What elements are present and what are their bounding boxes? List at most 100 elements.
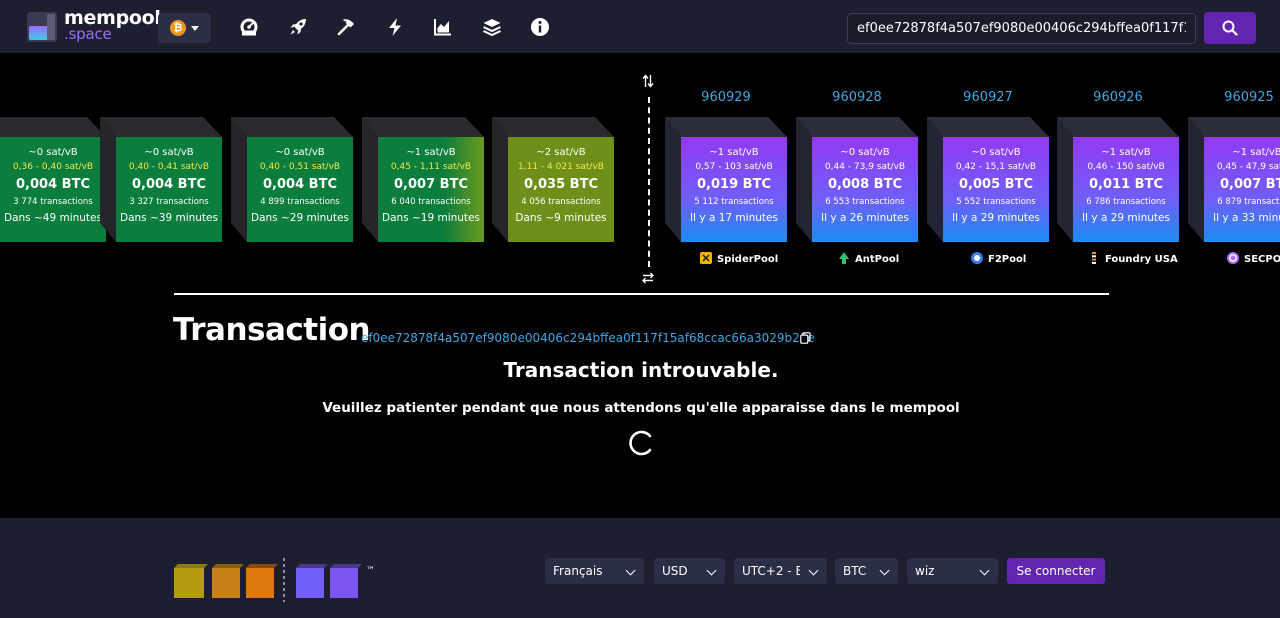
block-median-fee: ~0 sat/vB: [971, 147, 1021, 158]
network-selector[interactable]: ₿: [158, 13, 211, 43]
block-median-fee: ~1 sat/vB: [709, 147, 759, 158]
mempool-logo-icon[interactable]: [27, 12, 57, 42]
block-fee-range: 0,45 - 47,9 sat/vB: [1216, 162, 1280, 172]
timezone-select[interactable]: UTC+2 - Eu: [734, 558, 827, 584]
mining-pool-label[interactable]: AntPool: [838, 252, 899, 268]
footer: ™ Français USD UTC+2 - Eu BTC wiz Se con…: [0, 518, 1280, 618]
block-eta: Dans ~29 minutes: [251, 212, 349, 224]
loading-spinner-icon: [629, 430, 652, 456]
copy-icon[interactable]: [800, 332, 811, 344]
block-tx-count: 6 040 transactions: [391, 197, 471, 207]
block-total-fees: 0,019 BTC: [697, 177, 771, 192]
mempool-block[interactable]: ~0 sat/vB 0,36 - 0,40 sat/vB 0,004 BTC 3…: [0, 117, 106, 242]
mempool-block[interactable]: ~0 sat/vB 0,40 - 0,51 sat/vB 0,004 BTC 4…: [231, 117, 353, 242]
block-tx-count: 3 327 transactions: [129, 197, 209, 207]
pool-name: SECPOOL: [1244, 254, 1280, 265]
search-button[interactable]: [1204, 12, 1256, 44]
search-input[interactable]: [847, 13, 1196, 44]
docs-icon[interactable]: [482, 17, 502, 37]
block-eta: Dans ~49 minutes: [4, 212, 102, 224]
graphs-icon[interactable]: [433, 17, 453, 37]
block-tx-count: 3 774 transactions: [13, 197, 93, 207]
mempool-block[interactable]: ~0 sat/vB 0,40 - 0,41 sat/vB 0,004 BTC 3…: [100, 117, 222, 242]
info-icon[interactable]: [530, 17, 550, 37]
secpool-logo-icon: [1227, 252, 1239, 264]
connect-button[interactable]: Se connecter: [1007, 558, 1105, 584]
block-fee-range: 0,44 - 73,9 sat/vB: [824, 162, 906, 172]
block-total-fees: 0,011 BTC: [1089, 177, 1163, 192]
block-median-fee: ~0 sat/vB: [275, 147, 325, 158]
not-found-heading: Transaction introuvable.: [503, 358, 779, 382]
block-total-fees: 0,004 BTC: [132, 177, 206, 192]
block-fee-range: 0,45 - 1,11 sat/vB: [390, 162, 472, 172]
mining-pool-label[interactable]: SpiderPool: [700, 252, 778, 268]
pool-name: SpiderPool: [717, 254, 779, 265]
block-height-link[interactable]: 960929: [665, 90, 787, 105]
mined-block[interactable]: ~0 sat/vB 0,44 - 73,9 sat/vB 0,008 BTC 6…: [796, 117, 918, 242]
block-median-fee: ~2 sat/vB: [536, 147, 586, 158]
block-total-fees: 0,004 BTC: [16, 177, 90, 192]
f2pool-logo-icon: [971, 252, 983, 264]
chevron-down-icon: [979, 565, 990, 576]
unit-select[interactable]: BTC: [835, 558, 898, 584]
swap-horizontal-icon[interactable]: [642, 271, 654, 285]
block-height-link[interactable]: 960927: [927, 90, 1049, 105]
mined-block[interactable]: ~1 sat/vB 0,57 - 103 sat/vB 0,019 BTC 5 …: [665, 117, 787, 242]
block-tx-count: 4 899 transactions: [260, 197, 340, 207]
bitcoin-icon: ₿: [170, 20, 186, 36]
chevron-down-icon: [808, 565, 819, 576]
page-title: Transaction: [173, 312, 371, 348]
navbar: mempool .space ₿: [0, 0, 1280, 53]
rocket-icon[interactable]: [288, 17, 308, 37]
block-time-ago: Il y a 26 minutes: [821, 212, 909, 224]
section-divider: [174, 293, 1109, 295]
mining-icon[interactable]: [336, 17, 356, 37]
pool-name: F2Pool: [988, 254, 1027, 265]
block-time-ago: Il y a 29 minutes: [952, 212, 1040, 224]
mempool-block[interactable]: ~1 sat/vB 0,45 - 1,11 sat/vB 0,007 BTC 6…: [362, 117, 484, 242]
block-tx-count: 5 112 transactions: [694, 197, 774, 207]
block-total-fees: 0,007 BTC: [1220, 177, 1280, 192]
block-time-ago: Il y a 17 minutes: [690, 212, 778, 224]
swap-vertical-icon[interactable]: [642, 74, 654, 88]
currency-select[interactable]: USD: [654, 558, 725, 584]
antpool-logo-icon: [839, 252, 849, 264]
mining-pool-label[interactable]: Foundry USA: [1088, 252, 1178, 268]
block-eta: Dans ~19 minutes: [382, 212, 480, 224]
blockchain-visualization: ~0 sat/vB 0,36 - 0,40 sat/vB 0,004 BTC 3…: [0, 53, 1280, 293]
logo-text[interactable]: mempool .space: [64, 9, 161, 42]
chevron-down-icon: [625, 565, 636, 576]
block-median-fee: ~1 sat/vB: [406, 147, 456, 158]
block-total-fees: 0,005 BTC: [959, 177, 1033, 192]
block-median-fee: ~1 sat/vB: [1232, 147, 1280, 158]
txid-link[interactable]: ef0ee72878f4a507ef9080e00406c294bffea0f1…: [361, 331, 815, 345]
language-select[interactable]: Français: [545, 558, 644, 584]
block-fee-range: 1,11 - 4 021 sat/vB: [518, 162, 604, 172]
block-tx-count: 6 553 transactions: [825, 197, 905, 207]
block-fee-range: 0,40 - 0,41 sat/vB: [128, 162, 210, 172]
block-height-link[interactable]: 960928: [796, 90, 918, 105]
trademark-symbol: ™: [366, 566, 375, 576]
mined-block[interactable]: ~1 sat/vB 0,46 - 150 sat/vB 0,011 BTC 6 …: [1057, 117, 1179, 242]
block-fee-range: 0,46 - 150 sat/vB: [1087, 162, 1165, 172]
logo-line2: .space: [64, 25, 112, 43]
block-height-link[interactable]: 960926: [1057, 90, 1179, 105]
mined-block[interactable]: ~0 sat/vB 0,42 - 15,1 sat/vB 0,005 BTC 5…: [927, 117, 1049, 242]
chevron-down-icon: [706, 565, 717, 576]
caret-down-icon: [191, 26, 199, 31]
theme-select[interactable]: wiz: [907, 558, 998, 584]
block-eta: Dans ~39 minutes: [120, 212, 218, 224]
chevron-down-icon: [879, 565, 890, 576]
mining-pool-label[interactable]: SECPOOL: [1227, 252, 1280, 268]
block-height-link[interactable]: 960925: [1188, 90, 1280, 105]
mining-pool-label[interactable]: F2Pool: [971, 252, 1026, 268]
block-total-fees: 0,007 BTC: [394, 177, 468, 192]
mempool-block[interactable]: ~2 sat/vB 1,11 - 4 021 sat/vB 0,035 BTC …: [492, 117, 614, 242]
footer-blocks-logo-icon: [174, 558, 362, 602]
spiderpool-logo-icon: [700, 252, 712, 264]
lightning-icon[interactable]: [385, 17, 405, 37]
mined-block[interactable]: ~1 sat/vB 0,45 - 47,9 sat/vB 0,007 BTC 6…: [1188, 117, 1280, 242]
mempool-blockchain-divider: [648, 97, 650, 267]
search-icon: [1222, 20, 1238, 36]
dashboard-icon[interactable]: [239, 17, 259, 37]
